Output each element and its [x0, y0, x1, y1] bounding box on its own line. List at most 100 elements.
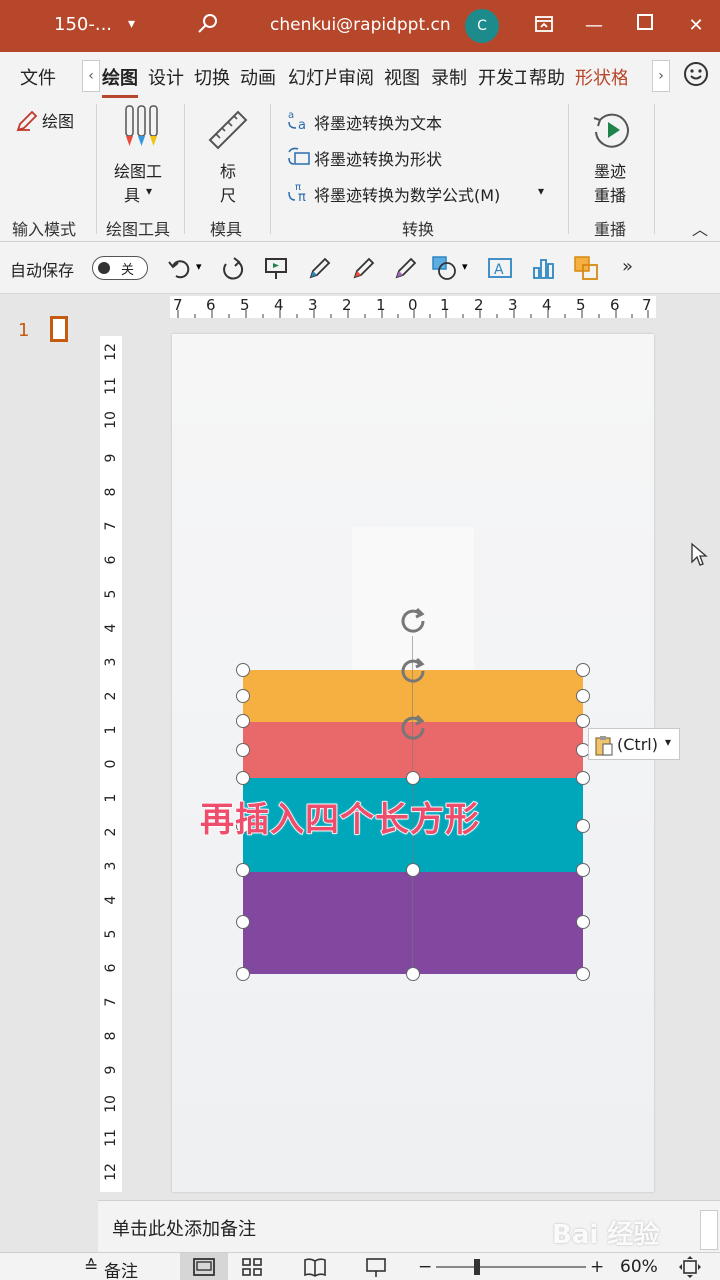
close-icon[interactable]: ✕ [682, 12, 710, 40]
tab-scroll-left-icon[interactable]: ‹ [82, 60, 100, 92]
zoom-level[interactable]: 60% [620, 1257, 658, 1277]
tab-animations[interactable]: 动画 [240, 64, 276, 90]
slide-thumbnail[interactable] [50, 316, 68, 342]
minimize-icon[interactable]: — [580, 12, 608, 40]
pen-icon[interactable] [14, 108, 40, 138]
group-divider [270, 104, 271, 234]
tab-view[interactable]: 视图 [384, 64, 420, 90]
fit-to-window-icon[interactable] [678, 1255, 702, 1280]
chevron-down-icon[interactable]: ▾ [128, 16, 135, 32]
resize-handle[interactable] [576, 689, 590, 703]
notes-toggle-button[interactable]: 备注 [104, 1257, 138, 1280]
tab-draw[interactable]: 绘图 [102, 64, 138, 98]
search-icon[interactable] [196, 12, 220, 41]
tab-review[interactable]: 审阅 [338, 64, 374, 90]
chevron-down-icon[interactable]: ▾ [538, 184, 544, 198]
ribbon-display-icon[interactable] [530, 12, 558, 40]
smiley-icon[interactable] [682, 60, 710, 92]
shapes-dropdown-icon[interactable]: ▾ [462, 260, 468, 273]
resize-handle[interactable] [576, 819, 590, 833]
maximize-icon[interactable] [631, 12, 659, 40]
zoom-in-icon[interactable]: + [590, 1257, 604, 1277]
resize-handle[interactable] [576, 663, 590, 677]
present-icon[interactable] [262, 254, 290, 282]
ink-to-math-icon[interactable]: ππ [286, 180, 312, 208]
rotate-handle-icon[interactable] [398, 712, 428, 742]
rotate-handle-icon[interactable] [398, 605, 428, 635]
reading-view-icon[interactable] [302, 1255, 328, 1280]
highlighter-icon[interactable] [392, 254, 420, 282]
account-email[interactable]: chenkui@rapidppt.cn [270, 15, 451, 35]
zoom-slider[interactable] [436, 1266, 586, 1268]
shapes-icon[interactable] [430, 254, 458, 282]
resize-handle[interactable] [236, 863, 250, 877]
paste-options-button[interactable]: (Ctrl) ▾ [588, 728, 680, 760]
resize-handle[interactable] [236, 771, 250, 785]
tab-developer[interactable]: 开发工 [478, 64, 526, 90]
tab-slideshow[interactable]: 幻灯片 [288, 64, 336, 90]
tab-shape-format[interactable]: 形状格 [575, 64, 627, 90]
resize-handle[interactable] [406, 771, 420, 785]
resize-handle[interactable] [236, 967, 250, 981]
draw-tools-button[interactable]: 绘图工 [114, 158, 162, 182]
tab-design[interactable]: 设计 [148, 64, 184, 90]
slide-sorter-icon[interactable] [240, 1255, 264, 1280]
more-commands-icon[interactable]: » [622, 256, 633, 277]
rotate-handle-icon[interactable] [398, 655, 428, 685]
tab-help[interactable]: 帮助 [529, 64, 565, 90]
zoom-slider-thumb[interactable] [474, 1259, 480, 1275]
ruler-button-line2[interactable]: 尺 [220, 182, 236, 206]
resize-handle[interactable] [576, 771, 590, 785]
collapse-ribbon-icon[interactable]: ︿ [692, 216, 708, 240]
notes-toggle-icon[interactable]: ≙ [84, 1257, 98, 1277]
tab-file[interactable]: 文件 [20, 64, 56, 90]
pen-icon[interactable] [306, 254, 334, 282]
resize-handle[interactable] [236, 663, 250, 677]
resize-handle[interactable] [236, 714, 250, 728]
notes-scrollbar[interactable] [700, 1210, 718, 1250]
ruler-label: 7 [642, 296, 652, 314]
draw-button[interactable]: 绘图 [42, 108, 74, 132]
pens-icon[interactable] [122, 104, 162, 154]
tab-transitions[interactable]: 切换 [194, 64, 230, 90]
pen-icon[interactable] [350, 254, 378, 282]
tab-record[interactable]: 录制 [431, 64, 467, 90]
convert-to-math-button[interactable]: 将墨迹转换为数学公式(M) [314, 182, 500, 206]
tab-scroll-right-icon[interactable]: › [652, 60, 670, 92]
undo-icon[interactable] [166, 254, 194, 282]
ink-replay-button-line2[interactable]: 重播 [594, 182, 626, 206]
notes-placeholder[interactable]: 单击此处添加备注 [112, 1215, 256, 1241]
slideshow-view-icon[interactable] [364, 1255, 388, 1280]
rectangle-purple[interactable] [243, 872, 583, 974]
resize-handle[interactable] [236, 689, 250, 703]
ruler-icon[interactable] [204, 106, 250, 156]
resize-handle[interactable] [236, 915, 250, 929]
resize-handle[interactable] [576, 714, 590, 728]
resize-handle[interactable] [236, 743, 250, 757]
resize-handle[interactable] [406, 967, 420, 981]
chart-icon[interactable] [530, 254, 558, 282]
resize-handle[interactable] [576, 915, 590, 929]
undo-dropdown-icon[interactable]: ▾ [196, 260, 202, 273]
ink-replay-button[interactable]: 墨迹 [594, 158, 626, 182]
avatar[interactable]: C [465, 9, 499, 43]
ruler-button[interactable]: 标 [220, 158, 236, 182]
zoom-out-icon[interactable]: − [418, 1257, 432, 1277]
resize-handle[interactable] [576, 967, 590, 981]
arrange-icon[interactable] [572, 254, 600, 282]
autosave-toggle[interactable]: 关 [92, 256, 148, 280]
ink-replay-icon[interactable] [588, 106, 636, 158]
chevron-down-icon[interactable]: ▾ [146, 184, 152, 198]
ink-to-text-icon[interactable]: aa [286, 108, 312, 136]
draw-tools-button-line2[interactable]: 具 [124, 182, 140, 206]
convert-to-text-button[interactable]: 将墨迹转换为文本 [314, 110, 442, 134]
paper-shape[interactable] [352, 527, 474, 672]
resize-handle[interactable] [406, 863, 420, 877]
text-box-icon[interactable]: A [486, 254, 514, 282]
convert-to-shape-button[interactable]: 将墨迹转换为形状 [314, 146, 442, 170]
redo-icon[interactable] [218, 254, 246, 282]
resize-handle[interactable] [576, 863, 590, 877]
ink-to-shape-icon[interactable] [286, 144, 312, 172]
file-name[interactable]: 150-... [54, 14, 112, 35]
normal-view-button[interactable] [180, 1253, 228, 1280]
